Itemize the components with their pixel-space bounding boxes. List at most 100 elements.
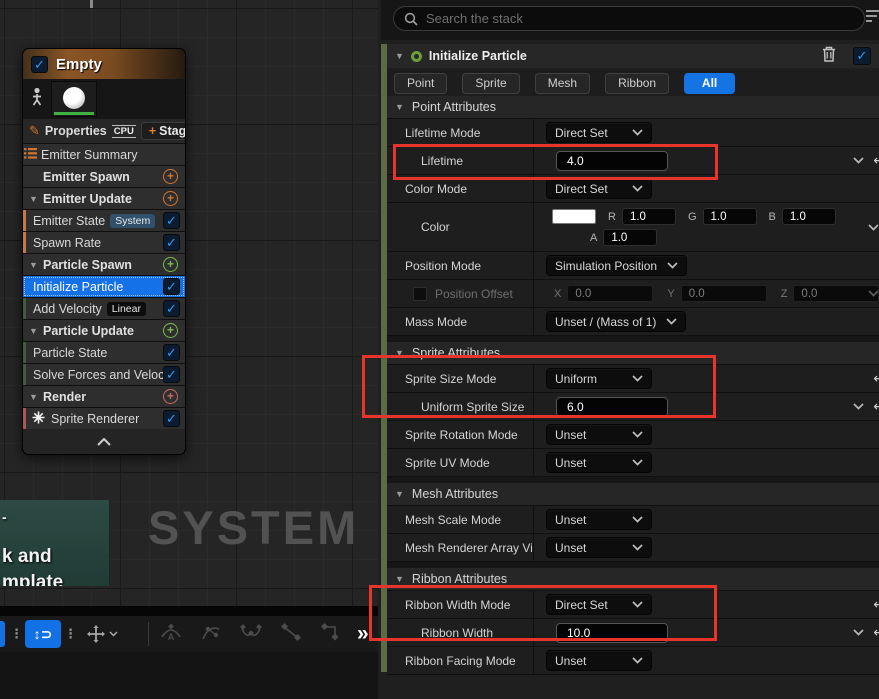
module-enabled-checkbox[interactable]: ✓	[163, 278, 180, 295]
add-module-plus-icon[interactable]: +	[163, 257, 178, 272]
interp-linear-icon[interactable]	[279, 621, 303, 648]
toolbar-overflow-dots[interactable]: ⋮	[64, 626, 76, 642]
uniform-sprite-size-input[interactable]: 6.0	[556, 397, 668, 417]
reset-to-default-icon[interactable]: ↩	[873, 624, 879, 641]
color-r-input[interactable]: 1.0	[622, 208, 676, 225]
color-b-input[interactable]: 1.0	[782, 208, 836, 225]
expand-toolbar-button[interactable]: »	[357, 622, 369, 646]
position-mode-dropdown[interactable]: Simulation Position	[546, 255, 687, 276]
node-row-render[interactable]: ▼Render+	[23, 386, 185, 407]
module-enabled-checkbox[interactable]: ✓	[163, 410, 180, 427]
transform-mode-button[interactable]	[86, 624, 118, 644]
offset-z-input[interactable]: 0.0	[793, 285, 879, 302]
node-row-particle-state[interactable]: Particle State✓	[23, 342, 185, 363]
interp-constant-icon[interactable]	[319, 621, 343, 648]
color-mode-dropdown[interactable]: Direct Set	[546, 178, 652, 199]
tab-mesh[interactable]: Mesh	[535, 73, 590, 94]
collapse-triangle-icon[interactable]: ▼	[29, 260, 43, 270]
chevron-down-icon[interactable]	[853, 403, 864, 410]
chevron-down-icon[interactable]	[868, 224, 879, 231]
mass-mode-dropdown[interactable]: Unset / (Mass of 1)	[546, 311, 686, 332]
key-area-icon[interactable]: A	[159, 621, 183, 648]
module-enabled-checkbox[interactable]: ✓	[163, 234, 180, 251]
cut-off-blue-button[interactable]	[0, 621, 5, 647]
node-row-solve-forces-and-velocity[interactable]: Solve Forces and Velocity✓	[23, 364, 185, 385]
node-row-add-velocity[interactable]: Add VelocityLinear✓	[23, 298, 185, 319]
lifetime-input[interactable]: 4.0	[556, 151, 668, 171]
collapse-triangle-icon[interactable]: ▼	[29, 194, 43, 204]
expander-triangle-icon[interactable]: ▼	[395, 51, 404, 61]
filter-icon[interactable]	[866, 10, 879, 22]
add-stage-button[interactable]: + Stage	[141, 122, 186, 140]
toolbar-overflow-dots[interactable]: ⋮	[10, 626, 22, 642]
mesh-renderer-array-vis-dropdown[interactable]: Unset	[546, 537, 652, 558]
module-enabled-checkbox[interactable]: ✓	[163, 212, 180, 229]
color-a-input[interactable]: 1.0	[603, 229, 657, 246]
tab-sprite[interactable]: Sprite	[462, 73, 519, 94]
particle-preview-thumbnail[interactable]	[51, 81, 97, 117]
tangent-auto-icon[interactable]	[199, 621, 223, 648]
tab-point[interactable]: Point	[394, 73, 447, 94]
delete-module-button[interactable]	[822, 46, 836, 67]
module-enabled-checkbox[interactable]: ✓	[853, 47, 871, 65]
ribbon-facing-mode-dropdown[interactable]: Unset	[546, 650, 652, 671]
reset-to-default-icon[interactable]: ↩	[873, 370, 879, 387]
node-row-particle-spawn[interactable]: ▼Particle Spawn+	[23, 254, 185, 275]
emitter-node-header[interactable]: ✓ Empty	[23, 49, 185, 79]
ribbon-width-input[interactable]: 10.0	[556, 623, 668, 643]
tab-all[interactable]: All	[684, 73, 735, 94]
color-g-input[interactable]: 1.0	[703, 208, 757, 225]
tab-ribbon[interactable]: Ribbon	[605, 73, 669, 94]
initialize-particle-header[interactable]: ▼ Initialize Particle ✓	[387, 44, 879, 68]
offset-y-input[interactable]: 0.0	[681, 285, 767, 302]
node-properties-row[interactable]: ✎ Properties CPU + Stage	[23, 119, 185, 143]
node-row-sprite-renderer[interactable]: Sprite Renderer✓	[23, 408, 185, 429]
node-row-emitter-state[interactable]: Emitter StateSystem✓	[23, 210, 185, 231]
add-module-plus-icon[interactable]: +	[163, 169, 178, 184]
sprite-uv-mode-dropdown[interactable]: Unset	[546, 452, 652, 473]
zoom-to-fit-button[interactable]: ↕⊃	[25, 620, 61, 648]
ribbon-width-mode-dropdown[interactable]: Direct Set	[546, 594, 652, 615]
module-enabled-checkbox[interactable]: ✓	[163, 344, 180, 361]
emitter-node[interactable]: ✓ Empty ✎ Properties CPU + Stage	[22, 48, 186, 455]
collapse-triangle-icon[interactable]: ▼	[395, 489, 404, 499]
add-module-plus-icon[interactable]: +	[163, 389, 178, 404]
node-graph-canvas[interactable]: SYSTEM - k and mplate ✓ Empty ✎	[0, 0, 378, 699]
module-enabled-checkbox[interactable]: ✓	[163, 366, 180, 383]
collapse-triangle-icon[interactable]: ▼	[29, 326, 43, 336]
node-row-initialize-particle[interactable]: Initialize Particle✓	[23, 276, 185, 297]
add-module-plus-icon[interactable]: +	[163, 191, 178, 206]
section-header-sprite-attributes[interactable]: ▼Sprite Attributes	[387, 342, 879, 365]
tangent-break-icon[interactable]	[239, 621, 263, 648]
sprite-rotation-mode-dropdown[interactable]: Unset	[546, 424, 652, 445]
node-row-emitter-update[interactable]: ▼Emitter Update+	[23, 188, 185, 209]
lifetime-mode-dropdown[interactable]: Direct Set	[546, 122, 652, 143]
module-enabled-checkbox[interactable]: ✓	[163, 300, 180, 317]
emitter-enabled-checkbox[interactable]: ✓	[31, 56, 48, 73]
reset-to-default-icon[interactable]: ↩	[873, 596, 879, 613]
section-header-mesh-attributes[interactable]: ▼Mesh Attributes	[387, 483, 879, 506]
comment-box[interactable]: - k and mplate	[0, 500, 110, 586]
sprite-size-mode-dropdown[interactable]: Uniform	[546, 368, 652, 389]
reset-to-default-icon[interactable]: ↩	[873, 152, 879, 169]
node-row-particle-update[interactable]: ▼Particle Update+	[23, 320, 185, 341]
section-header-point-attributes[interactable]: ▼Point Attributes	[387, 96, 879, 119]
reset-to-default-icon[interactable]: ↩	[873, 398, 879, 415]
offset-x-input[interactable]: 0.0	[567, 285, 653, 302]
chevron-down-icon[interactable]	[853, 157, 864, 164]
collapse-triangle-icon[interactable]: ▼	[395, 574, 404, 584]
node-collapse-button[interactable]	[23, 429, 185, 454]
chevron-down-icon[interactable]	[868, 290, 879, 297]
attribute-edit-checkbox[interactable]	[413, 287, 427, 301]
chevron-down-icon[interactable]	[853, 629, 864, 636]
add-module-plus-icon[interactable]: +	[163, 323, 178, 338]
color-swatch[interactable]	[552, 209, 596, 224]
node-row-emitter-summary[interactable]: Emitter Summary	[23, 144, 185, 165]
collapse-triangle-icon[interactable]: ▼	[29, 392, 43, 402]
search-input[interactable]: Search the stack	[393, 6, 865, 31]
section-header-ribbon-attributes[interactable]: ▼Ribbon Attributes	[387, 568, 879, 591]
collapse-triangle-icon[interactable]: ▼	[395, 348, 404, 358]
node-row-spawn-rate[interactable]: Spawn Rate✓	[23, 232, 185, 253]
collapse-triangle-icon[interactable]: ▼	[395, 102, 404, 112]
mesh-scale-mode-dropdown[interactable]: Unset	[546, 509, 652, 530]
